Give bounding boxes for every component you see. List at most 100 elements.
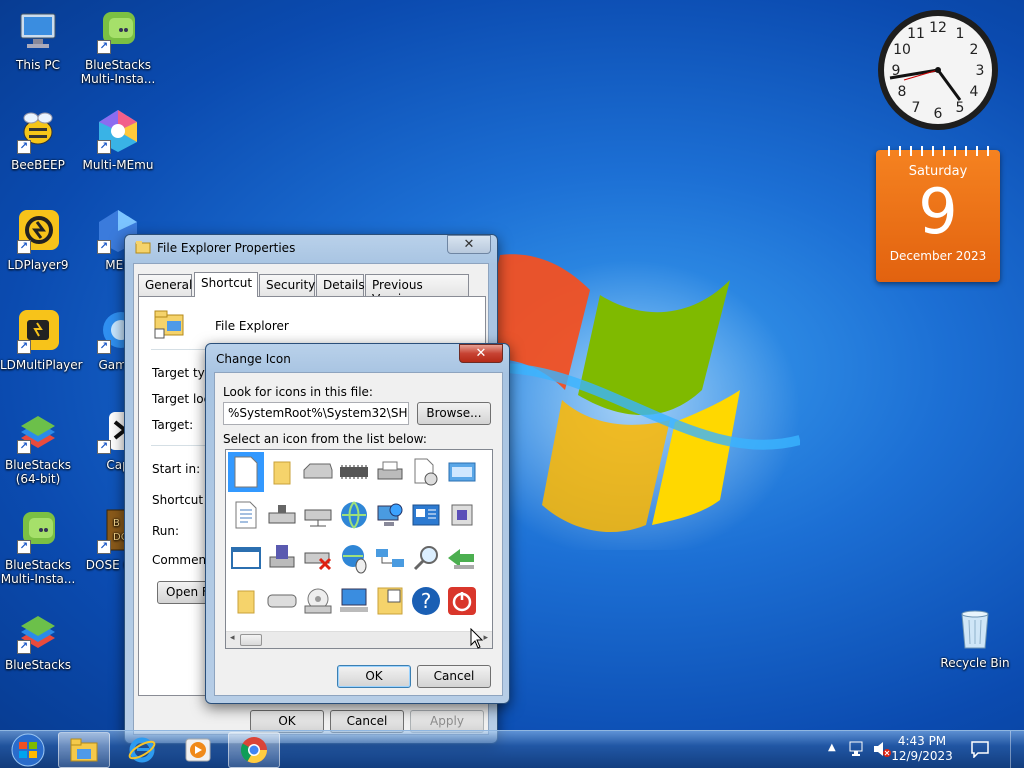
tab-shortcut[interactable]: Shortcut xyxy=(194,272,258,297)
tab-details[interactable]: Details xyxy=(316,274,365,296)
svg-text:B: B xyxy=(113,518,120,529)
icon-cell-blank-document[interactable] xyxy=(228,452,264,492)
properties-title: File Explorer Properties xyxy=(157,241,296,255)
icon-cell-green-arrow[interactable] xyxy=(444,538,480,578)
shortcut-arrow-icon: ↗ xyxy=(17,640,31,654)
desktop-icon-label: BeeBEEP xyxy=(11,158,65,172)
icon-cell-network-computer[interactable] xyxy=(372,495,408,535)
icon-cell-desktop-computer[interactable] xyxy=(336,581,372,621)
media-player-icon xyxy=(185,738,211,762)
shortcut-arrow-icon: ↗ xyxy=(97,440,111,454)
icon-cell-document-clock[interactable] xyxy=(408,452,444,492)
shortcut-arrow-icon: ↗ xyxy=(97,140,111,154)
svg-text:4: 4 xyxy=(970,84,979,100)
icon-cell-removable-drive[interactable] xyxy=(264,581,300,621)
icon-cell-folder[interactable] xyxy=(264,452,300,492)
change-icon-close-button[interactable]: ✕ xyxy=(459,344,503,363)
icon-cell-network-connections[interactable] xyxy=(372,538,408,578)
taskbar-clock[interactable]: 4:43 PM 12/9/2023 xyxy=(886,734,958,764)
action-center-icon[interactable] xyxy=(970,740,990,761)
scroll-left-arrow-icon[interactable]: ◂ xyxy=(230,633,235,643)
taskbar-chrome[interactable] xyxy=(228,732,280,768)
icon-cell-network-drive[interactable] xyxy=(264,495,300,535)
calendar-gadget: Saturday 9 December 2023 xyxy=(876,146,1000,282)
icon-cell-program[interactable] xyxy=(444,495,480,535)
icon-cell-partial[interactable] xyxy=(480,538,492,578)
icon-cell-control-panel[interactable] xyxy=(408,495,444,535)
network-icon[interactable] xyxy=(848,740,868,761)
show-desktop-button[interactable] xyxy=(1010,731,1024,768)
svg-text:?: ? xyxy=(421,589,432,613)
change-icon-title: Change Icon xyxy=(216,352,291,366)
memu-multi-icon: ↗ xyxy=(95,108,141,154)
desktop-icon-beebeep[interactable]: ↗ BeeBEEP xyxy=(0,108,76,172)
icon-cell-printer[interactable] xyxy=(372,452,408,492)
icon-cell-folder-2[interactable] xyxy=(228,581,264,621)
svg-text:12: 12 xyxy=(929,20,947,36)
shortcut-arrow-icon: ↗ xyxy=(17,240,31,254)
svg-text:11: 11 xyxy=(907,26,925,42)
icon-cell-partial[interactable] xyxy=(480,581,492,621)
icon-file-path-field[interactable]: %SystemRoot%\System32\SHELL32 xyxy=(223,402,409,425)
icon-cell-power[interactable] xyxy=(444,581,480,621)
icon-cell-keypad[interactable] xyxy=(372,581,408,621)
shortcut-arrow-icon: ↗ xyxy=(97,40,111,54)
change-icon-cancel-button[interactable]: Cancel xyxy=(417,665,491,688)
desktop-icon-recycle-bin[interactable]: Recycle Bin xyxy=(937,606,1013,670)
calendar-rings xyxy=(882,146,994,156)
mouse-cursor xyxy=(470,628,484,649)
taskbar-internet-explorer[interactable] xyxy=(116,732,168,768)
icon-cell-partial[interactable] xyxy=(480,452,492,492)
tab-previous-versions[interactable]: Previous Versions xyxy=(365,274,469,306)
taskbar-file-explorer[interactable] xyxy=(58,732,110,768)
icon-list[interactable]: ? ◂ ▸ xyxy=(225,449,493,649)
icon-cell-network-share[interactable] xyxy=(300,495,336,535)
icon-cell-drive[interactable] xyxy=(300,452,336,492)
browse-button[interactable]: Browse... xyxy=(417,402,491,425)
desktop-icon-bluestacks[interactable]: ↗ BlueStacks xyxy=(0,608,76,672)
label-target: Target: xyxy=(152,418,194,432)
icon-cell-search-magnifier[interactable] xyxy=(408,538,444,578)
file-explorer-small-icon xyxy=(135,240,151,257)
svg-text:1: 1 xyxy=(956,26,965,42)
desktop-icon-bluestacks-multi-instance-2[interactable]: ↗ BlueStacks Multi-Insta... xyxy=(0,508,76,586)
bluestacks-multi-icon: ↗ xyxy=(15,508,61,554)
icon-cell-disconnected-drive[interactable] xyxy=(300,538,336,578)
tab-general[interactable]: General xyxy=(138,274,192,296)
icon-cell-globe-mouse[interactable] xyxy=(336,538,372,578)
desktop-icon-ldplayer9[interactable]: ↗ LDPlayer9 xyxy=(0,208,76,272)
scrollbar-thumb[interactable] xyxy=(240,634,262,646)
scroll-right-arrow-icon[interactable]: ▸ xyxy=(483,633,488,643)
tab-security[interactable]: Security xyxy=(259,274,315,296)
desktop-icon-this-pc[interactable]: This PC xyxy=(0,8,76,72)
icon-cell-partial[interactable] xyxy=(480,495,492,535)
icon-cell-blank-window[interactable] xyxy=(228,538,264,578)
icon-list-horizontal-scrollbar[interactable]: ◂ ▸ xyxy=(226,631,492,648)
icon-cell-cd-drive[interactable] xyxy=(300,581,336,621)
taskbar-date: 12/9/2023 xyxy=(891,749,953,763)
icon-cell-internet-globe[interactable] xyxy=(336,495,372,535)
icon-cell-help-question[interactable]: ? xyxy=(408,581,444,621)
desktop-icon-bluestacks-64bit[interactable]: ↗ BlueStacks (64-bit) xyxy=(0,408,76,486)
ldplayer-icon: ↗ xyxy=(15,208,61,254)
properties-titlebar[interactable]: File Explorer Properties xyxy=(125,235,497,261)
icon-cell-memory-chip[interactable] xyxy=(336,452,372,492)
icon-cell-floppy-drive[interactable] xyxy=(264,538,300,578)
shortcut-arrow-icon: ↗ xyxy=(17,140,31,154)
start-button[interactable] xyxy=(4,732,50,768)
desktop-icon-label: This PC xyxy=(16,58,60,72)
taskbar-media-player[interactable] xyxy=(172,732,224,768)
show-hidden-icons-chevron-icon[interactable]: ▲ xyxy=(828,742,836,753)
file-explorer-large-icon xyxy=(153,309,185,342)
desktop-icon-multi-memu[interactable]: ↗ Multi-MEmu xyxy=(80,108,156,172)
change-icon-ok-button[interactable]: OK xyxy=(337,665,411,688)
icon-cell-text-document[interactable] xyxy=(228,495,264,535)
properties-close-button[interactable]: ✕ xyxy=(447,235,491,254)
desktop-icon-label: BlueStacks Multi-Insta... xyxy=(80,58,156,86)
desktop-icon-bluestacks-multi-instance[interactable]: ↗ BlueStacks Multi-Insta... xyxy=(80,8,156,86)
change-icon-dialog: Change Icon ✕ Look for icons in this fil… xyxy=(205,343,510,704)
icon-cell-window-app[interactable] xyxy=(444,452,480,492)
calendar-day: 9 xyxy=(918,175,958,248)
desktop-icon-ldmultiplayer[interactable]: ↗ LDMultiPlayer xyxy=(0,308,83,372)
shortcut-arrow-icon: ↗ xyxy=(97,340,111,354)
